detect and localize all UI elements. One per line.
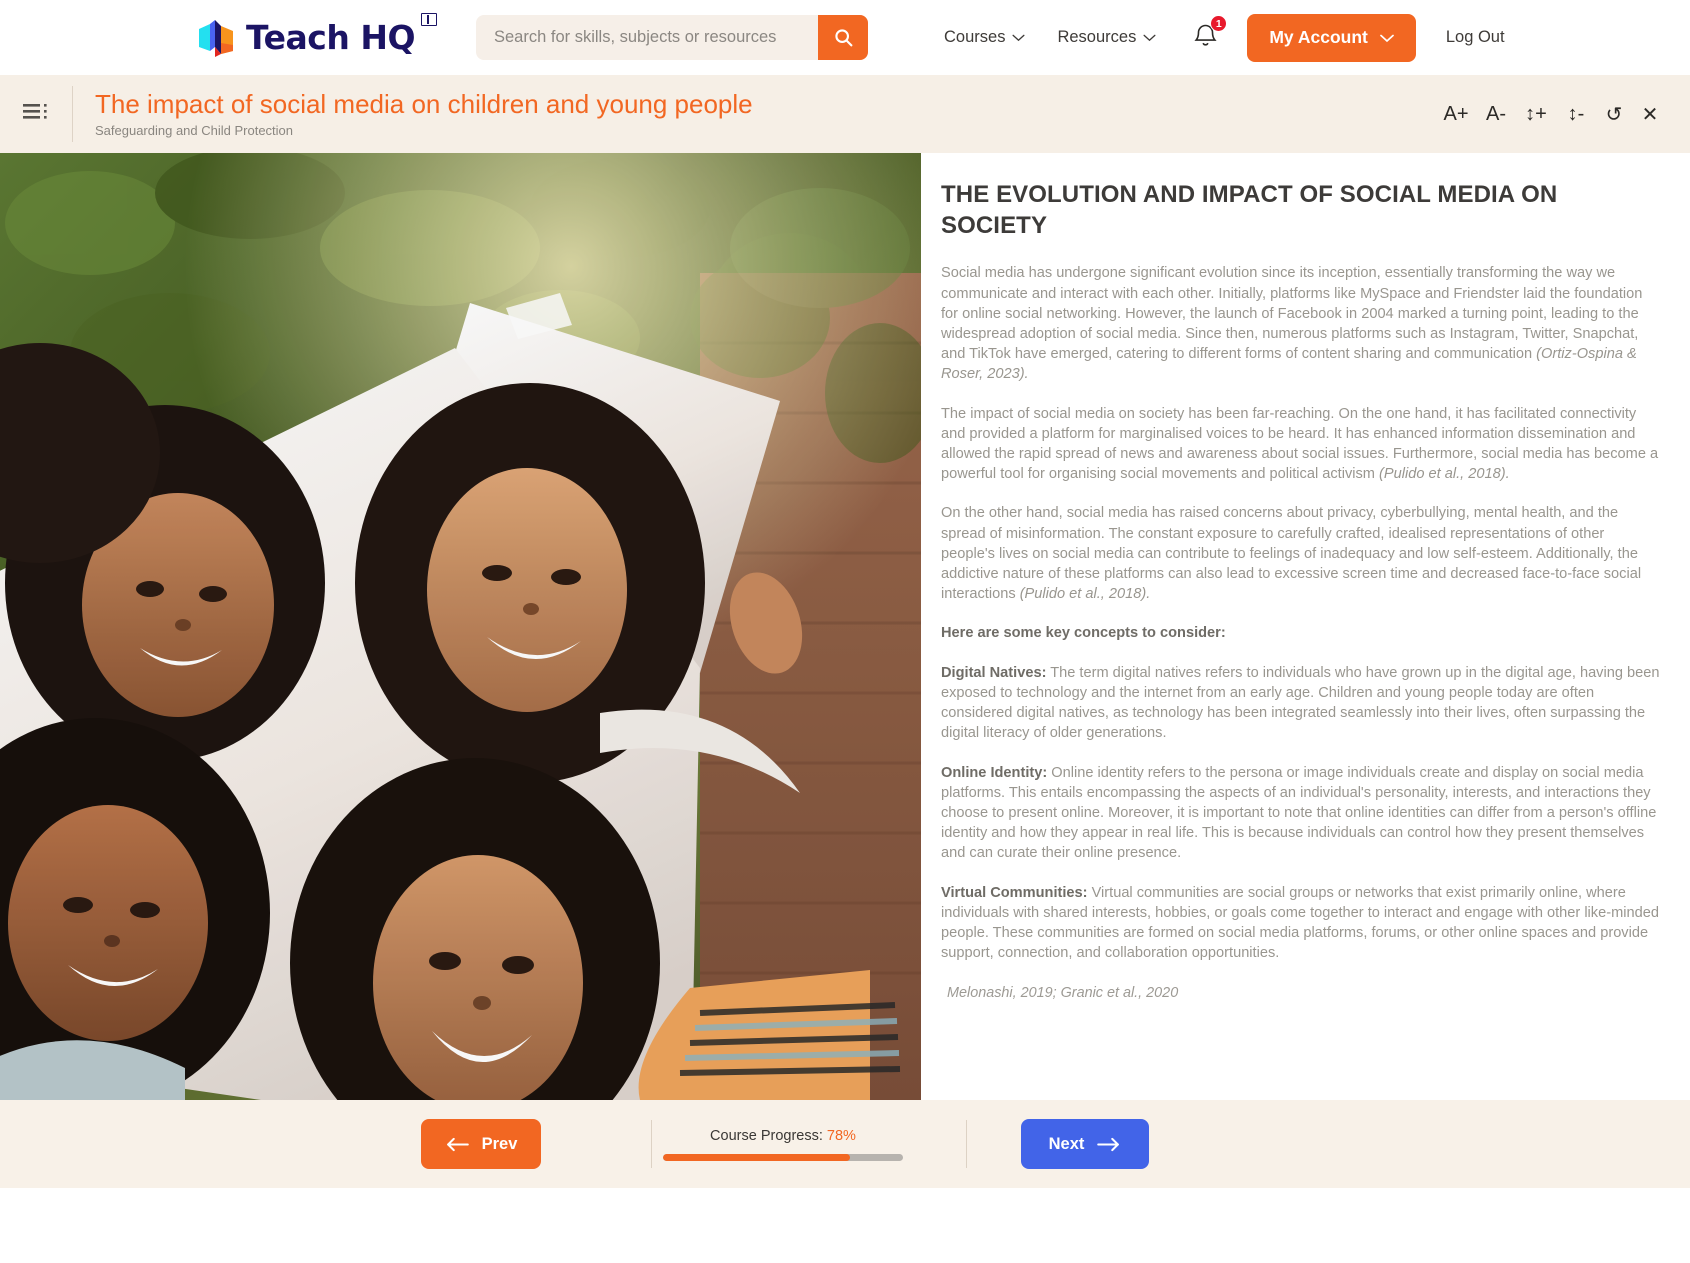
prev-button-label: Prev xyxy=(481,1134,518,1153)
search-bar[interactable] xyxy=(476,15,868,60)
nav-divider-left xyxy=(651,1120,652,1168)
arrow-left-icon xyxy=(446,1137,469,1151)
lesson-content-area: THE EVOLUTION AND IMPACT OF SOCIAL MEDIA… xyxy=(0,153,1690,1100)
lesson-navigation-bar: Prev Course Progress: 78% Next xyxy=(0,1100,1690,1188)
concept-digital-natives-body: The term digital natives refers to indiv… xyxy=(941,664,1660,742)
course-progress-fill xyxy=(663,1153,851,1161)
course-progress-label: Course Progress: 78% xyxy=(663,1128,903,1144)
decrease-font-size-button[interactable]: A- xyxy=(1476,94,1516,134)
course-progress-value: 78% xyxy=(826,1127,856,1144)
paragraph-2: The impact of social media on society ha… xyxy=(941,404,1660,485)
paragraph-2-citation: (Pulido et al., 2018). xyxy=(1379,466,1510,483)
final-citation: Melonashi, 2019; Granic et al., 2020 xyxy=(947,985,1179,1002)
nav-item-resources-label: Resources xyxy=(1057,28,1137,46)
lesson-text-pane: THE EVOLUTION AND IMPACT OF SOCIAL MEDIA… xyxy=(921,153,1690,1100)
nav-item-courses-label: Courses xyxy=(944,28,1006,46)
prev-button[interactable]: Prev xyxy=(421,1119,541,1169)
course-header-divider xyxy=(72,86,73,142)
top-navigation-bar: Teach HQ Courses Resources 1 xyxy=(0,0,1690,75)
chevron-down-icon xyxy=(1143,28,1156,47)
paragraph-3-citation: (Pulido et al., 2018). xyxy=(1019,586,1151,603)
nav-divider-right xyxy=(966,1120,967,1168)
concept-virtual-communities-term: Virtual Communities: xyxy=(941,884,1088,901)
key-concepts-lead: Here are some key concepts to consider: xyxy=(941,623,1660,643)
search-button[interactable] xyxy=(818,15,868,60)
course-subtitle: Safeguarding and Child Protection xyxy=(95,123,294,139)
concept-digital-natives-term: Digital Natives: xyxy=(941,664,1047,681)
content-heading: THE EVOLUTION AND IMPACT OF SOCIAL MEDIA… xyxy=(941,181,1558,239)
my-account-button[interactable]: My Account xyxy=(1247,13,1416,62)
key-concepts-lead-text: Here are some key concepts to consider: xyxy=(941,625,1226,642)
teach-hq-logo[interactable]: Teach HQ xyxy=(196,12,437,59)
chevron-down-icon xyxy=(1380,27,1394,48)
my-account-label: My Account xyxy=(1269,27,1368,47)
reset-button[interactable]: ↺ xyxy=(1596,94,1632,134)
logo-badge-icon xyxy=(421,12,437,26)
search-input[interactable] xyxy=(476,15,818,60)
notification-count-badge: 1 xyxy=(1210,15,1228,32)
page-title: The impact of social media on children a… xyxy=(95,88,753,119)
teach-hq-logo-text: Teach HQ xyxy=(246,18,416,57)
course-progress: Course Progress: 78% xyxy=(663,1128,903,1161)
paragraph-1: Social media has undergone significant e… xyxy=(941,263,1660,384)
notifications-button[interactable]: 1 xyxy=(1192,15,1228,54)
arrow-right-icon xyxy=(1097,1137,1120,1151)
paragraph-3: On the other hand, social media has rais… xyxy=(941,503,1660,604)
paragraph-2-text: The impact of social media on society ha… xyxy=(941,405,1659,483)
nav-item-courses[interactable]: Courses xyxy=(944,28,1025,47)
concept-online-identity-body: Online identity refers to the persona or… xyxy=(941,764,1657,862)
concept-online-identity: Online Identity: Online identity refers … xyxy=(941,763,1660,864)
log-out-link[interactable]: Log Out xyxy=(1446,28,1505,47)
close-button[interactable]: ✕ xyxy=(1632,94,1668,134)
course-header-bar: The impact of social media on children a… xyxy=(0,75,1690,153)
increase-font-size-button[interactable]: A+ xyxy=(1436,94,1476,134)
course-progress-track xyxy=(663,1153,903,1161)
nav-item-resources[interactable]: Resources xyxy=(1057,28,1156,47)
course-progress-text: Course Progress: xyxy=(710,1127,823,1144)
concept-virtual-communities: Virtual Communities: Virtual communities… xyxy=(941,883,1660,964)
decrease-line-height-button[interactable]: ↕- xyxy=(1556,94,1596,134)
next-button[interactable]: Next xyxy=(1021,1119,1149,1169)
course-header-titles: The impact of social media on children a… xyxy=(95,88,753,139)
concept-online-identity-term: Online Identity: xyxy=(941,764,1048,781)
reader-toolbar: A+ A- ↕+ ↕- ↺ ✕ xyxy=(1436,75,1668,153)
next-button-label: Next xyxy=(1048,1134,1085,1153)
list-menu-icon[interactable] xyxy=(22,100,54,129)
teach-hq-logo-mark xyxy=(196,17,238,59)
increase-line-height-button[interactable]: ↕+ xyxy=(1516,94,1556,134)
lesson-hero-image xyxy=(0,153,921,1100)
concept-digital-natives: Digital Natives: The term digital native… xyxy=(941,663,1660,744)
primary-nav-links: Courses Resources xyxy=(944,28,1156,47)
search-icon xyxy=(834,29,852,47)
chevron-down-icon xyxy=(1012,28,1025,47)
